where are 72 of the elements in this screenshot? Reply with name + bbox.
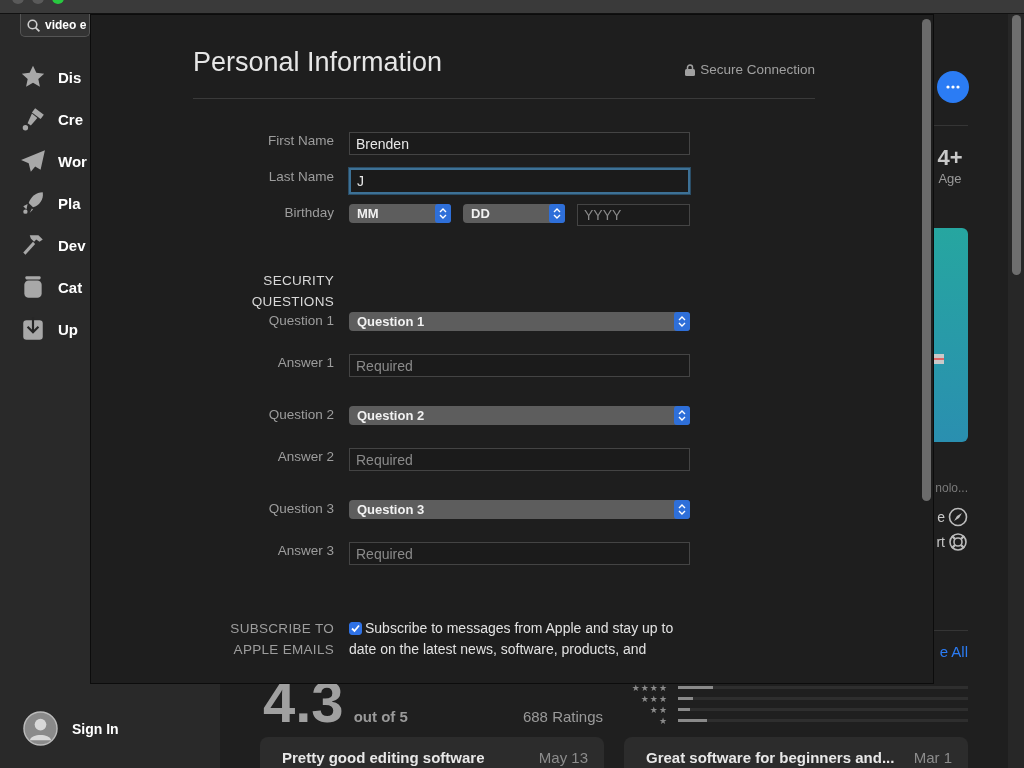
scrollbar-thumb[interactable] [922, 19, 931, 501]
subscribe-checkbox[interactable]: Subscribe to messages from Apple and stay up to date on the latest news, software, products, and [349, 618, 694, 660]
scrollbar-thumb[interactable] [1012, 15, 1021, 275]
field-label: First Name [267, 132, 334, 150]
sidebar-item[interactable]: Cre [20, 98, 83, 140]
search-input[interactable]: video e [45, 18, 89, 32]
field-label: SUBSCRIBE TO APPLE EMAILS [229, 620, 334, 659]
review-card[interactable]: Great software for beginners and... Mar 1 [624, 737, 968, 768]
popup-button[interactable]: MM [349, 204, 451, 223]
field-label: Question 3 [267, 500, 334, 518]
review-card[interactable]: Pretty good editing software May 13 [260, 737, 604, 768]
average-rating: 4.3 [263, 675, 344, 729]
search-field[interactable]: video e [20, 14, 90, 37]
search-icon [27, 18, 40, 32]
sidebar-item[interactable]: Dis [20, 56, 82, 98]
input-field[interactable]: Required [349, 542, 690, 565]
field-label: Answer 1 [276, 354, 334, 372]
sheet-title: Personal Information [193, 46, 443, 78]
updown-chevron-icon [674, 406, 690, 425]
sidebar-item[interactable]: Pla [20, 182, 81, 224]
sidebar-item[interactable]: Cat [20, 266, 83, 308]
review-title: Pretty good editing software [282, 749, 485, 768]
field-label: Last Name [267, 168, 334, 186]
star-label: ★ [658, 715, 668, 726]
popup-button[interactable]: Question 3 [349, 500, 690, 519]
sidebar-item[interactable]: Up [20, 308, 78, 350]
hammer-icon [20, 232, 46, 258]
lock-icon [685, 63, 696, 76]
field-label: Question 2 [267, 406, 334, 424]
field-label: Birthday [283, 204, 334, 222]
paintbrush-icon [20, 106, 46, 132]
description-text: nolo... [935, 480, 968, 496]
popup-button[interactable]: DD [463, 204, 565, 223]
updown-chevron-icon [674, 312, 690, 331]
ellipsis-icon [946, 85, 960, 89]
field-label: Answer 2 [276, 448, 334, 466]
field-label: Question 1 [267, 312, 334, 330]
popup-button[interactable]: Question 1 [349, 312, 690, 331]
input-field[interactable]: YYYY [577, 204, 690, 226]
rating-scale: out of 5 [353, 708, 408, 725]
review-title: Great software for beginners and... [646, 749, 895, 768]
paper-plane-icon [20, 148, 46, 174]
sidebar-item[interactable]: Wor [20, 140, 87, 182]
compass-icon [948, 507, 968, 527]
input-field[interactable]: J [349, 168, 690, 194]
input-field[interactable]: Required [349, 448, 690, 471]
section-heading: SECURITY QUESTIONS [250, 272, 334, 311]
age-rating: 4+ [937, 146, 963, 170]
input-field[interactable]: Brenden [349, 132, 690, 155]
updown-chevron-icon [674, 500, 690, 519]
more-button[interactable] [937, 71, 969, 103]
age-label: Age [938, 170, 962, 188]
star-label: ★★ [649, 704, 668, 715]
updown-chevron-icon [549, 204, 565, 223]
info-link[interactable]: rt [936, 531, 968, 553]
person-avatar-icon[interactable] [23, 711, 58, 746]
sidebar-item[interactable]: Dev [20, 224, 86, 266]
input-field[interactable]: Required [349, 354, 690, 377]
info-link[interactable]: e [937, 506, 968, 528]
field-label: Answer 3 [276, 542, 334, 560]
ratings-count: 688 Ratings [522, 708, 603, 725]
rocket-icon [20, 190, 46, 216]
updown-chevron-icon [435, 204, 451, 223]
secure-connection-label: Secure Connection [700, 62, 815, 77]
sign-in-link[interactable]: Sign In [72, 720, 119, 737]
lifebuoy-icon [948, 532, 968, 552]
review-date: May 13 [538, 749, 588, 768]
star-label: ★★★ [640, 693, 668, 704]
star-label: ★★★★ [631, 682, 668, 693]
review-date: Mar 1 [913, 749, 952, 768]
see-all-link[interactable]: e All [939, 643, 968, 661]
popup-button[interactable]: Question 2 [349, 406, 690, 425]
